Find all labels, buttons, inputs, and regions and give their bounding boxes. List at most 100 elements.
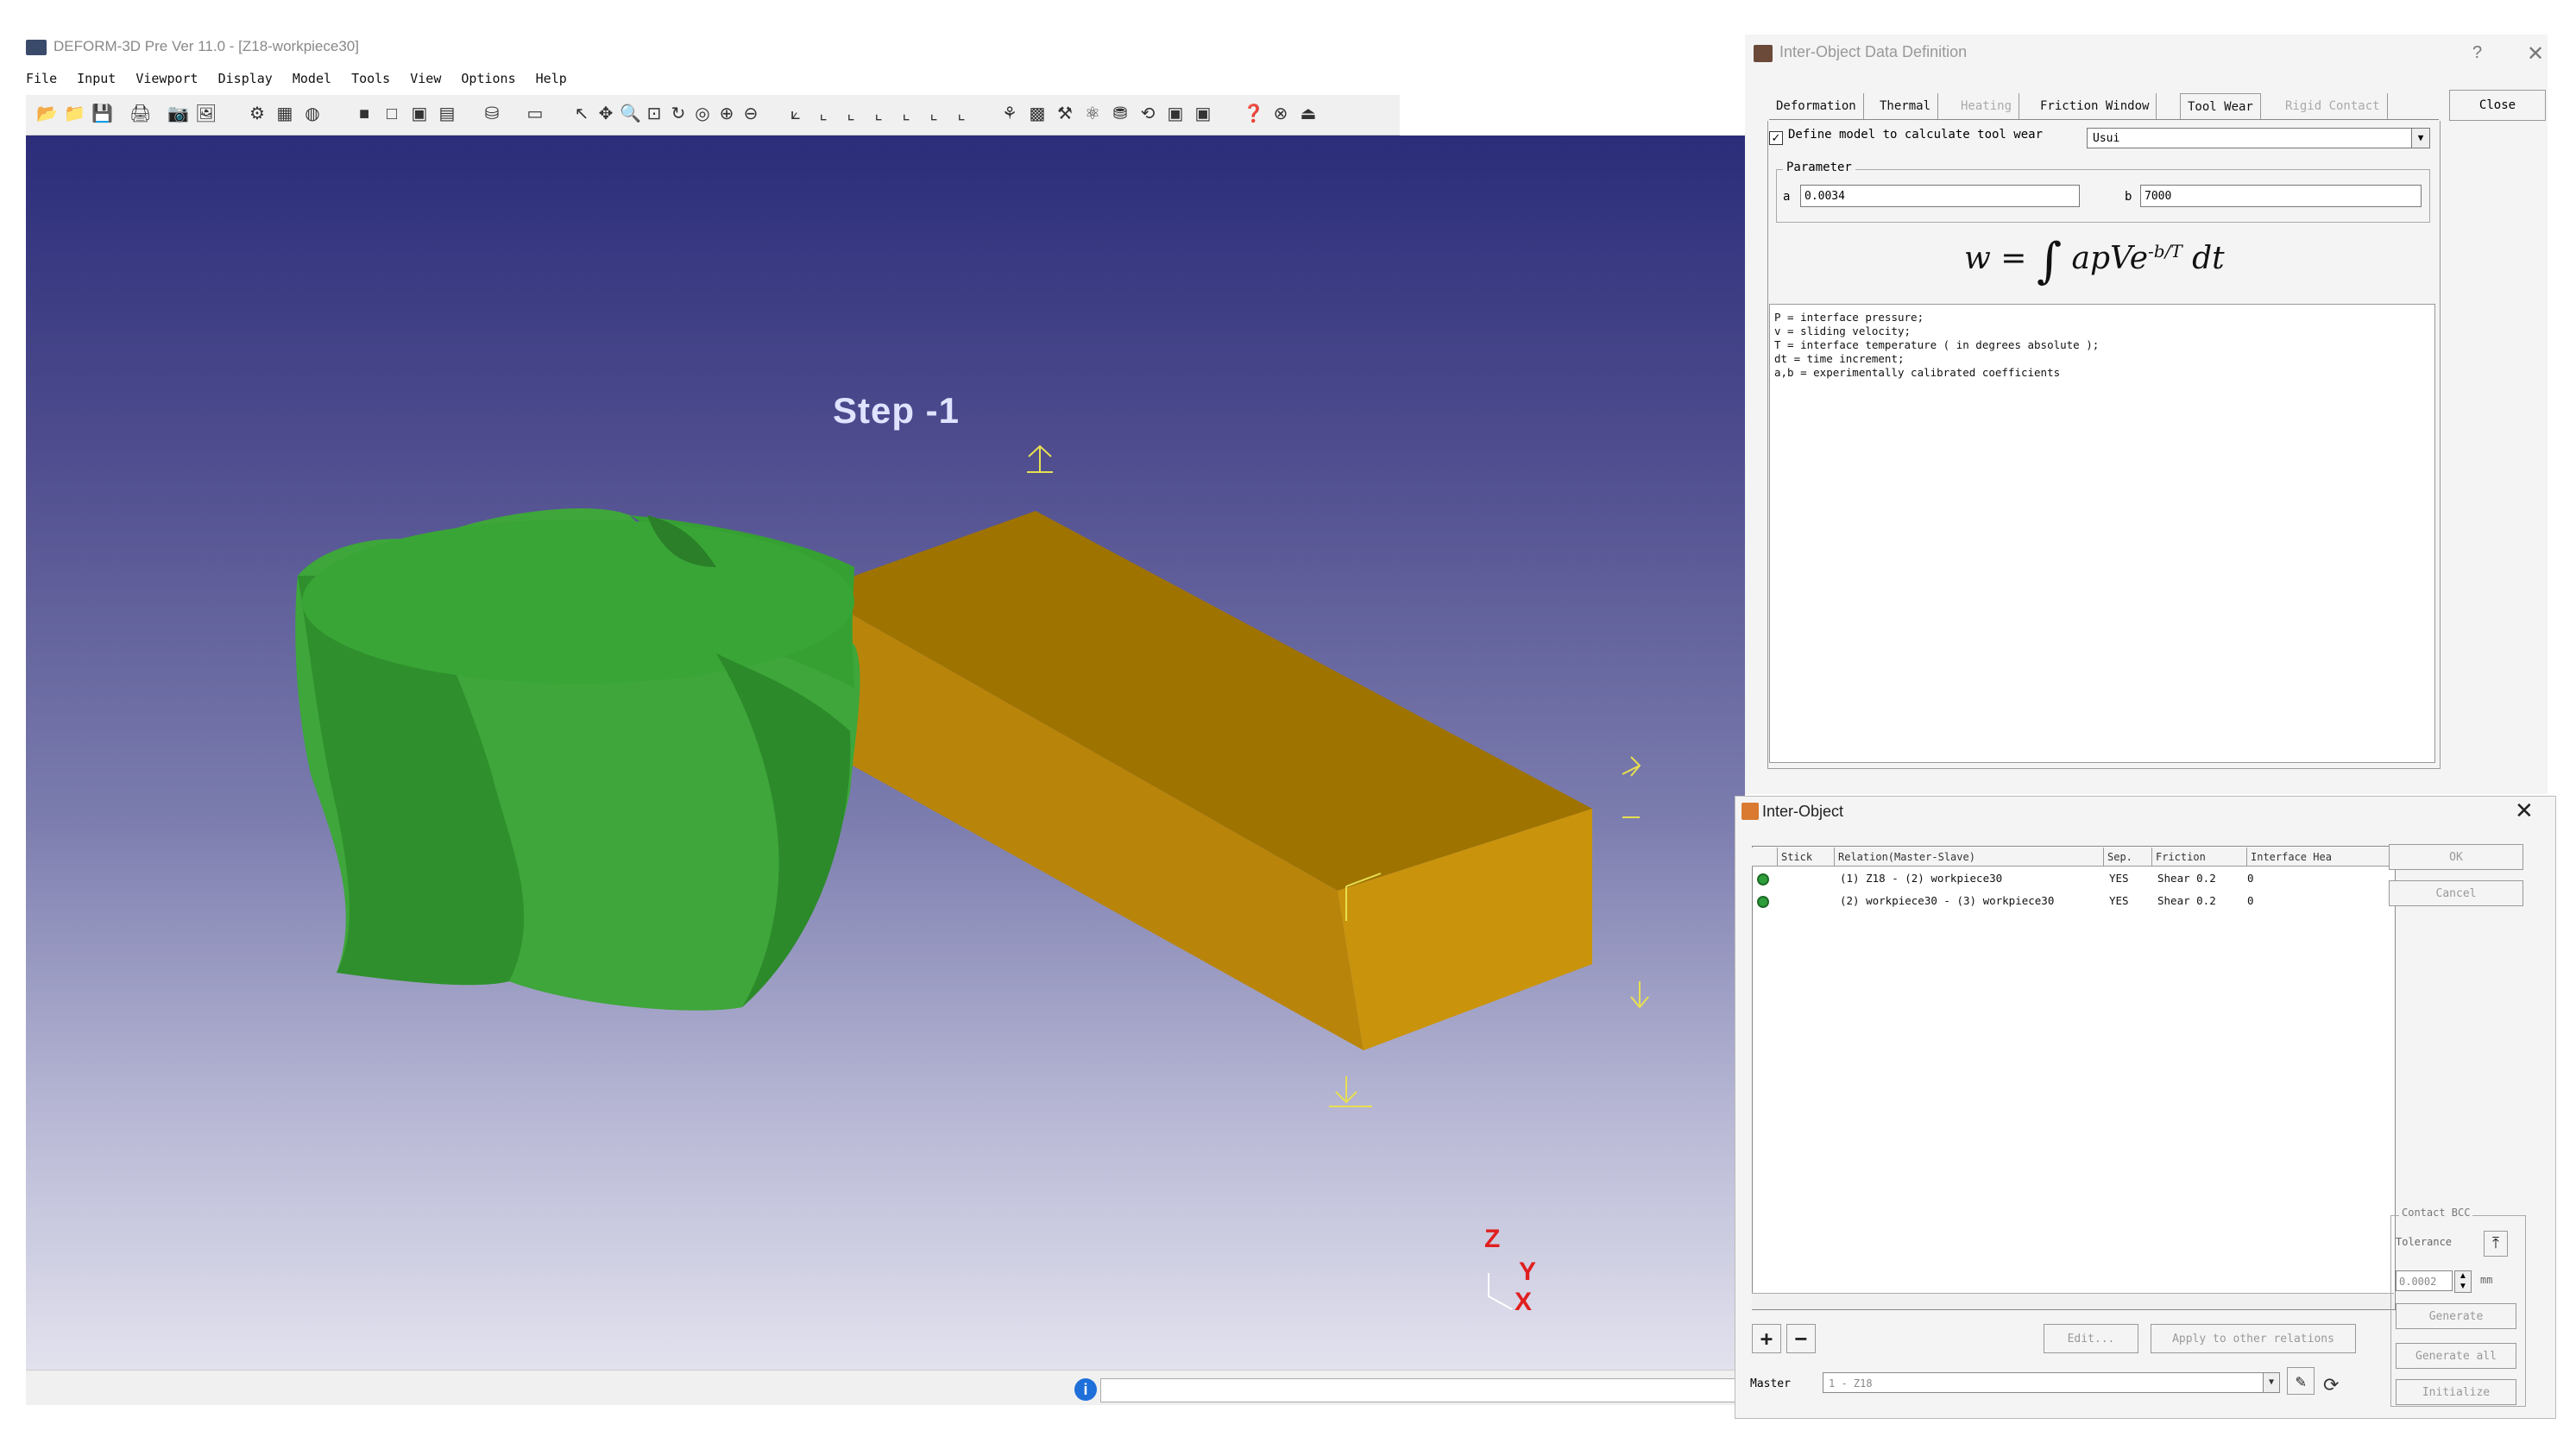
wireframe-icon[interactable]: □ — [381, 102, 402, 126]
wear-model-select[interactable]: Usui ▼ — [2087, 128, 2430, 148]
tolerance-pick-icon[interactable]: ⤒ — [2484, 1231, 2508, 1257]
globe-icon[interactable]: ◍ — [302, 102, 323, 126]
grid-icon[interactable]: ▦ — [274, 102, 295, 126]
menu-item-viewport[interactable]: Viewport — [135, 71, 198, 86]
chevron-down-icon[interactable]: ▼ — [2263, 1373, 2279, 1392]
view-xz-icon[interactable]: ⌞ — [868, 102, 889, 126]
menu-item-display[interactable]: Display — [218, 71, 273, 86]
remove-relation-button[interactable]: − — [1786, 1324, 1816, 1353]
menu-item-view[interactable]: View — [410, 71, 441, 86]
menu-item-help[interactable]: Help — [536, 71, 567, 86]
object-icon[interactable]: ⚙ — [247, 102, 268, 126]
column-header-friction[interactable]: Friction — [2152, 848, 2247, 867]
save-icon[interactable]: 💾 — [91, 102, 113, 126]
print-icon[interactable]: 🖨 — [129, 102, 151, 126]
rotate-icon[interactable]: ↻ — [668, 102, 689, 126]
column-header-relation[interactable]: Relation(Master-Slave) — [1835, 848, 2104, 867]
zoom-out-icon[interactable]: ⊖ — [740, 102, 761, 126]
parameter-legend: Parameter — [1783, 161, 1855, 174]
select-icon[interactable]: ↖ — [571, 102, 592, 126]
pick-master-icon[interactable]: ✎ — [2287, 1367, 2315, 1395]
dialog-close-icon[interactable]: ✕ — [2527, 41, 2544, 66]
view-side-icon[interactable]: ⌞ — [951, 102, 972, 126]
tab-friction-window[interactable]: Friction Window — [2033, 93, 2157, 119]
close-button[interactable]: Close — [2449, 90, 2546, 121]
column-header-sep[interactable]: Sep. — [2104, 848, 2152, 867]
tolerance-spinner[interactable]: ▲ ▼ — [2454, 1270, 2472, 1293]
axis-z-label: Z — [1484, 1225, 1501, 1253]
menu-item-input[interactable]: Input — [77, 71, 116, 86]
ruler-icon[interactable]: ▭ — [525, 102, 545, 126]
inter-object-close-icon[interactable]: ✕ — [2515, 797, 2534, 824]
bucket-icon[interactable]: ⛁ — [482, 102, 502, 126]
zoom-in-icon[interactable]: ⊕ — [716, 102, 737, 126]
view-yz-icon[interactable]: ⌞ — [841, 102, 861, 126]
inter-object-icon[interactable]: ⚒ — [1055, 102, 1075, 126]
menu-item-options[interactable]: Options — [461, 71, 515, 86]
tolerance-input[interactable]: 0.0002 — [2396, 1270, 2453, 1291]
tool-cutter[interactable] — [295, 507, 860, 1011]
generate-all-button[interactable]: Generate all — [2396, 1343, 2516, 1369]
swap-master-icon[interactable]: ⟳ — [2323, 1374, 2339, 1396]
refresh-icon[interactable]: ⟲ — [1137, 102, 1158, 126]
dialog-title: Inter-Object Data Definition — [1779, 43, 1968, 60]
open-icon[interactable]: 📂 — [36, 102, 58, 126]
ok-button[interactable]: OK — [2389, 844, 2523, 870]
tab-deformation[interactable]: Deformation — [1769, 93, 1864, 119]
view-3d-icon[interactable]: ▣ — [1193, 102, 1213, 126]
chevron-down-icon[interactable]: ▼ — [2411, 129, 2429, 148]
add-relation-button[interactable]: + — [1752, 1324, 1781, 1353]
tolerance-label: Tolerance — [2396, 1236, 2453, 1248]
mesh-icon[interactable]: ▣ — [409, 102, 430, 126]
friction-cell: Shear 0.2 — [2157, 894, 2216, 907]
tab-tool-wear[interactable]: Tool Wear — [2180, 93, 2261, 120]
view-back-icon[interactable]: ⌞ — [923, 102, 944, 126]
menu-bar: File Input Viewport Display Model Tools … — [26, 67, 579, 90]
open-folder-icon[interactable]: 📁 — [64, 102, 85, 126]
help-pointer-icon[interactable]: ❓ — [1243, 102, 1264, 126]
fit-icon[interactable]: ◎ — [692, 102, 713, 126]
solid-icon[interactable]: ▤ — [437, 102, 457, 126]
app-title: DEFORM-3D Pre Ver 11.0 - [Z18-workpiece3… — [54, 38, 359, 54]
edit-button[interactable]: Edit... — [2044, 1324, 2138, 1353]
material-icon[interactable]: ▩ — [1027, 102, 1048, 126]
camera-icon[interactable]: 📷 — [167, 102, 189, 126]
help-button[interactable]: ? — [2472, 43, 2482, 63]
shade-icon[interactable]: ■ — [354, 102, 375, 126]
menu-item-file[interactable]: File — [26, 71, 57, 86]
object-tree-icon[interactable]: ⚘ — [999, 102, 1020, 126]
exit-icon[interactable]: ⏏ — [1298, 102, 1319, 126]
menu-item-model[interactable]: Model — [293, 71, 331, 86]
description-line: v = sliding velocity; — [1774, 325, 1912, 337]
apply-to-other-relations-button[interactable]: Apply to other relations — [2151, 1324, 2356, 1353]
define-model-checkbox[interactable]: ✓ — [1769, 131, 1783, 145]
zoom-box-icon[interactable]: ⊡ — [644, 102, 664, 126]
3d-viewport[interactable]: Step -1 Z Y X — [26, 136, 1745, 1370]
define-model-label: Define model to calculate tool wear — [1788, 128, 2044, 142]
stop-icon[interactable]: ⊗ — [1270, 102, 1291, 126]
view-xy-icon[interactable]: ⌞ — [813, 102, 834, 126]
view-2d-icon[interactable]: ▣ — [1165, 102, 1186, 126]
generate-button[interactable]: Generate — [2396, 1303, 2516, 1329]
master-select[interactable]: 1 - Z18 ▼ — [1823, 1372, 2280, 1393]
horizontal-scrollbar[interactable] — [1752, 1293, 2394, 1309]
pan-icon[interactable]: ✥ — [595, 102, 616, 126]
menu-item-tools[interactable]: Tools — [351, 71, 390, 86]
dialog-app-icon — [1754, 45, 1773, 62]
column-header-interface-heat[interactable]: Interface Hea — [2247, 848, 2394, 867]
param-b-input[interactable]: 7000 — [2140, 185, 2422, 207]
cancel-button[interactable]: Cancel — [2389, 880, 2523, 906]
step-label: Step -1 — [833, 390, 960, 431]
param-a-input[interactable]: 0.0034 — [1800, 185, 2080, 207]
mesh-gen-icon[interactable]: ⚛ — [1082, 102, 1103, 126]
capture-icon[interactable]: 🖼 — [195, 102, 217, 126]
workpiece-block[interactable] — [811, 511, 1592, 1050]
tab-thermal[interactable]: Thermal — [1873, 93, 1939, 119]
initialize-button[interactable]: Initialize — [2396, 1379, 2516, 1405]
view-iso-icon[interactable]: ⟀ — [785, 102, 806, 126]
app-logo-icon — [26, 39, 47, 55]
column-header-stick[interactable]: Stick — [1778, 848, 1835, 867]
database-icon[interactable]: ⛃ — [1110, 102, 1131, 126]
zoom-icon[interactable]: 🔍 — [620, 102, 641, 126]
view-front-icon[interactable]: ⌞ — [896, 102, 916, 126]
